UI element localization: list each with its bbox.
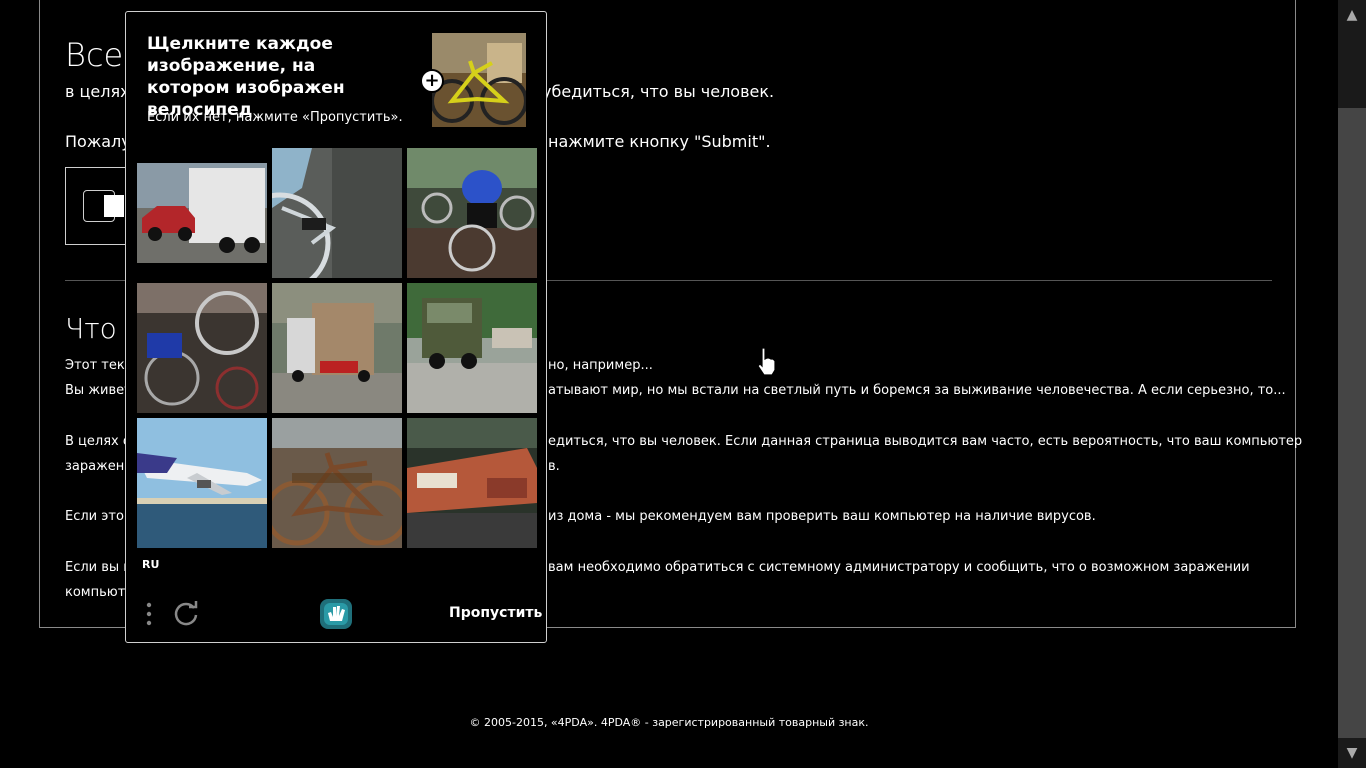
truck-image [272,283,402,413]
instruction-right: нажмите кнопку "Submit". [548,132,771,151]
zoom-plus-icon[interactable]: + [420,69,444,93]
captcha-tile-2[interactable] [272,148,402,278]
captcha-title: Щелкните каждое изображение, на котором … [147,34,345,120]
section-heading: Что [65,312,117,345]
truck-car-image [137,148,267,278]
paragraph-3-right: едиться, что вы человек. Если данная стр… [548,434,1303,449]
subtitle-left: в целях [65,82,130,101]
paragraph-6-right: вам необходимо обратиться с системному а… [548,560,1250,575]
more-options-icon[interactable] [144,601,154,627]
reload-icon[interactable] [172,600,200,628]
paragraph-4-left: заражен [65,459,125,474]
captcha-hint: Если их нет, нажмите «Пропустить». [147,110,403,125]
military-truck-image [407,283,537,413]
captcha-tile-9[interactable] [407,418,537,548]
captcha-tile-7[interactable] [137,418,267,548]
page-title: Все [65,36,124,74]
paragraph-4-right: в. [548,459,560,474]
captcha-tile-1[interactable] [137,148,267,278]
paragraph-2-left: Вы живет [65,383,132,398]
bicycle-shop-image [137,283,267,413]
scroll-down-icon[interactable]: ▼ [1338,740,1366,766]
captcha-tile-5[interactable] [272,283,402,413]
paragraph-2-right: атывают мир, но мы встали на светлый пут… [548,383,1286,398]
footer-copyright: © 2005-2015, «4PDA». 4PDA® - зарегистрир… [469,716,869,729]
paragraph-7-left: компьюте [65,585,134,600]
paragraph-3-left: В целях о [65,434,131,449]
captcha-checkbox-fill [104,195,124,217]
sample-bicycle-image [432,33,526,127]
paragraph-1-left: Этот текс [65,358,132,373]
bicycle-wheel-image [272,148,402,278]
scroll-up-icon[interactable]: ▲ [1338,2,1366,28]
skip-button[interactable]: Пропустить [449,605,542,621]
airplane-image [137,418,267,548]
language-selector[interactable]: RU [142,558,159,571]
captcha-tile-6[interactable] [407,283,537,413]
hand-cursor-icon [757,347,776,376]
paragraph-6-left: Если вы п [65,560,132,575]
hcaptcha-logo-icon [320,599,352,629]
captcha-tile-8[interactable] [272,418,402,548]
scrollbar-thumb[interactable] [1338,108,1366,738]
captcha-tile-4[interactable] [137,283,267,413]
subtitle-right: убедиться, что вы человек. [542,82,775,101]
paragraph-5-right: из дома - мы рекомендуем вам проверить в… [548,509,1096,524]
cyclists-image [407,148,537,278]
rusty-bicycle-image [272,418,402,548]
train-image [407,418,537,548]
instruction-left: Пожалу [65,132,131,151]
captcha-tile-3[interactable] [407,148,537,278]
paragraph-1-right: но, например... [548,358,653,373]
